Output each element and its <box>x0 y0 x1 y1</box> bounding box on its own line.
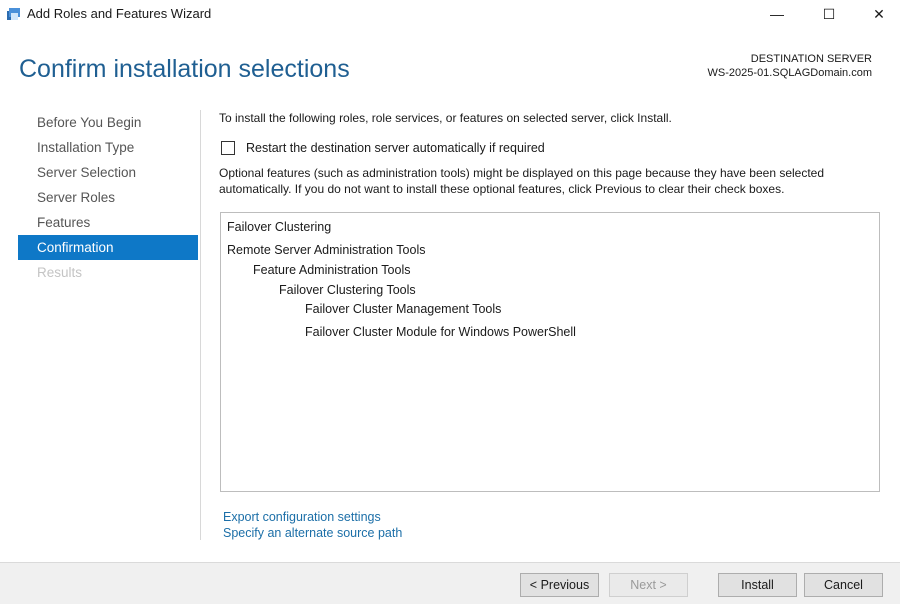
destination-server-label: DESTINATION SERVER <box>750 53 872 65</box>
feature-item: Feature Administration Tools <box>253 263 411 277</box>
alternate-source-path-link[interactable]: Specify an alternate source path <box>223 526 402 540</box>
title-bar: Add Roles and Features Wizard — ☐ ✕ <box>0 0 900 28</box>
export-configuration-link[interactable]: Export configuration settings <box>223 510 381 524</box>
minimize-button[interactable]: — <box>754 0 800 28</box>
restart-option[interactable]: Restart the destination server automatic… <box>221 141 545 155</box>
server-manager-icon <box>7 8 20 20</box>
restart-checkbox[interactable] <box>221 141 235 155</box>
nav-item-features[interactable]: Features <box>18 210 198 235</box>
restart-checkbox-label[interactable]: Restart the destination server automatic… <box>246 141 545 155</box>
optional-features-note: Optional features (such as administratio… <box>219 166 825 196</box>
feature-item: Failover Clustering <box>227 220 332 234</box>
feature-item: Remote Server Administration Tools <box>227 243 426 257</box>
selected-features-list[interactable]: Failover Clustering Remote Server Admini… <box>220 212 880 492</box>
feature-item: Failover Clustering Tools <box>279 283 416 297</box>
page-title: Confirm installation selections <box>19 55 350 83</box>
nav-item-confirmation[interactable]: Confirmation <box>18 235 198 260</box>
nav-item-server-roles[interactable]: Server Roles <box>18 185 198 210</box>
install-button[interactable]: Install <box>718 573 797 597</box>
cancel-button[interactable]: Cancel <box>804 573 883 597</box>
intro-text: To install the following roles, role ser… <box>219 111 672 125</box>
feature-item: Failover Cluster Management Tools <box>305 302 502 316</box>
close-button[interactable]: ✕ <box>856 0 900 28</box>
nav-item-before-you-begin[interactable]: Before You Begin <box>18 110 198 135</box>
nav-item-server-selection[interactable]: Server Selection <box>18 160 198 185</box>
wizard-steps-nav: Before You Begin Installation Type Serve… <box>18 110 198 285</box>
nav-item-results: Results <box>37 265 83 280</box>
next-button: Next > <box>609 573 688 597</box>
previous-button[interactable]: < Previous <box>520 573 599 597</box>
feature-item: Failover Cluster Module for Windows Powe… <box>305 325 576 339</box>
maximize-button[interactable]: ☐ <box>806 0 852 28</box>
destination-server-name: WS-2025-01.SQLAGDomain.com <box>707 67 872 79</box>
nav-item-installation-type[interactable]: Installation Type <box>18 135 198 160</box>
window-title: Add Roles and Features Wizard <box>27 6 212 21</box>
nav-divider <box>200 110 201 540</box>
